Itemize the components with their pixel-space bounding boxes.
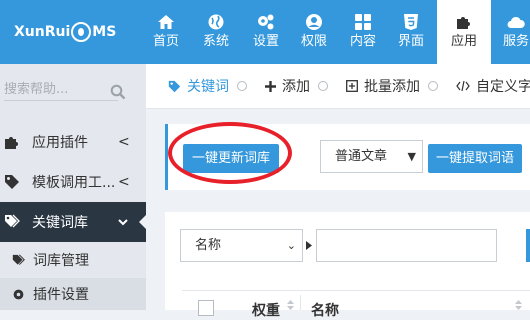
tags-icon	[12, 253, 25, 265]
column-header-name[interactable]: 名称	[311, 300, 339, 320]
tab-custom-fields[interactable]: 自定义字段	[456, 76, 530, 96]
sidebar-subitem-library-manage[interactable]: 词库管理	[0, 244, 146, 276]
tags-icon	[5, 214, 20, 228]
chevron-left-icon: <	[118, 134, 130, 150]
topnav-services[interactable]: 服务	[489, 0, 530, 64]
cloud-icon	[507, 16, 525, 28]
top-navbar: XunRui MS 首页 系统 设置 权限 内容 界面 应用 服务	[0, 0, 530, 64]
article-type-select[interactable]: 普通文章 ▼	[320, 140, 423, 173]
filter-field-select[interactable]: 名称 ⌄	[180, 229, 303, 262]
breadcrumb: 关键词 添加 批量添加 自定义字段	[146, 64, 530, 109]
logo[interactable]: XunRui MS	[14, 18, 116, 46]
update-library-button[interactable]: 一键更新词库	[183, 144, 279, 173]
plus-square-icon	[346, 80, 358, 92]
chevron-left-icon: <	[118, 174, 130, 190]
column-header-weight[interactable]: 权重	[252, 300, 280, 320]
puzzle-icon	[5, 137, 18, 149]
tag-icon	[5, 175, 19, 189]
tag-icon	[168, 80, 181, 92]
home-icon	[158, 15, 174, 29]
logo-text-suffix: MS	[92, 24, 117, 40]
chevron-down-icon	[118, 219, 128, 226]
topnav-interface[interactable]: 界面	[384, 0, 438, 64]
plus-icon	[265, 80, 276, 92]
separator-circle-icon	[428, 81, 438, 91]
caret-right-icon	[306, 241, 312, 250]
sidebar-search	[0, 64, 146, 112]
sidebar-search-input[interactable]	[4, 78, 118, 101]
gear-icon	[13, 289, 24, 299]
topnav-permissions[interactable]: 权限	[287, 0, 341, 64]
chevron-down-icon: ⌄	[286, 239, 296, 252]
globe-icon	[208, 14, 224, 30]
select-all-checkbox[interactable]	[198, 300, 214, 316]
sidebar-item-app-plugins[interactable]: 应用插件 <	[0, 122, 146, 162]
topnav-apps[interactable]: 应用	[437, 0, 491, 64]
search-icon[interactable]	[110, 84, 126, 100]
topnav-system[interactable]: 系统	[189, 0, 243, 64]
tab-add[interactable]: 添加	[265, 76, 328, 96]
table-header	[182, 290, 530, 311]
chevron-down-icon: ▼	[407, 150, 416, 163]
sidebar-item-keyword-library[interactable]: 关键词库	[0, 202, 146, 242]
html5-icon	[404, 14, 418, 30]
gears-icon	[258, 14, 274, 30]
sort-icon[interactable]	[287, 300, 294, 310]
separator-circle-icon	[318, 81, 328, 91]
grid-icon	[355, 14, 371, 30]
sidebar: 应用插件 < 模板调用工... < 关键词库 词库管理 插件设置	[0, 64, 146, 310]
logo-c-mark-icon	[71, 22, 92, 42]
tab-batch-add[interactable]: 批量添加	[346, 76, 438, 96]
topnav-content[interactable]: 内容	[336, 0, 390, 64]
sidebar-subitem-plugin-settings[interactable]: 插件设置	[0, 278, 146, 310]
logo-text: XunRui	[14, 24, 71, 40]
extract-words-button[interactable]: 一键提取词语	[428, 144, 522, 173]
user-circle-icon	[306, 14, 322, 30]
filter-keyword-input[interactable]	[316, 229, 497, 262]
topnav-home[interactable]: 首页	[139, 0, 193, 64]
separator-circle-icon	[237, 81, 247, 91]
sort-icon[interactable]	[515, 300, 522, 310]
column-divider	[300, 295, 301, 310]
tab-keywords[interactable]: 关键词	[168, 76, 247, 96]
sidebar-item-template-tools[interactable]: 模板调用工... <	[0, 162, 146, 202]
code-icon	[456, 80, 470, 92]
topnav-settings[interactable]: 设置	[239, 0, 293, 64]
puzzle-icon	[457, 17, 470, 29]
search-button[interactable]	[526, 229, 530, 262]
